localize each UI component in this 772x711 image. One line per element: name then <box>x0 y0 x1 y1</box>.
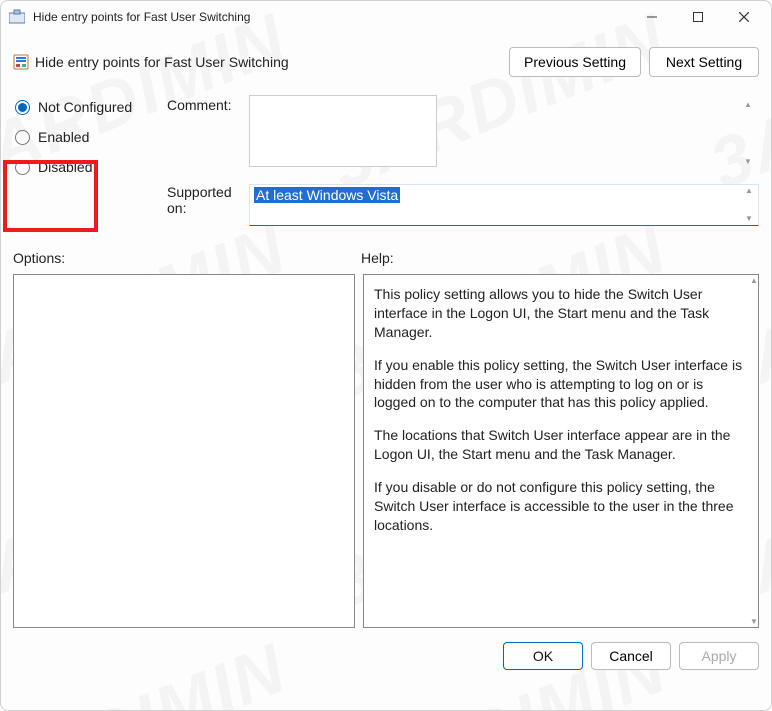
comment-scroll-down-icon[interactable]: ▼ <box>741 158 755 166</box>
radio-not-configured-input[interactable] <box>15 100 30 115</box>
radio-not-configured[interactable]: Not Configured <box>15 99 149 115</box>
supported-on-value: At least Windows Vista <box>254 187 400 203</box>
radio-enabled-input[interactable] <box>15 130 30 145</box>
app-icon <box>9 9 25 25</box>
options-section-label: Options: <box>13 250 361 266</box>
comment-input[interactable] <box>249 95 437 167</box>
policy-heading: Hide entry points for Fast User Switchin… <box>35 54 289 70</box>
window-title: Hide entry points for Fast User Switchin… <box>33 10 250 24</box>
policy-icon <box>13 54 29 70</box>
help-section-label: Help: <box>361 250 394 266</box>
comment-label: Comment: <box>167 95 243 172</box>
supported-scroll-up-icon[interactable]: ▲ <box>742 187 756 195</box>
help-scroll-up-icon[interactable]: ▲ <box>747 276 761 285</box>
dialog-button-row: OK Cancel Apply <box>1 628 771 684</box>
state-radio-group: Not Configured Enabled Disabled <box>15 95 149 226</box>
radio-not-configured-label: Not Configured <box>38 99 132 115</box>
close-button[interactable] <box>721 1 767 33</box>
radio-disabled[interactable]: Disabled <box>15 159 149 175</box>
options-pane <box>13 274 355 628</box>
help-scroll-down-icon[interactable]: ▼ <box>747 617 761 626</box>
help-paragraph: The locations that Switch User interface… <box>374 426 744 464</box>
help-paragraph: This policy setting allows you to hide t… <box>374 285 744 342</box>
radio-enabled[interactable]: Enabled <box>15 129 149 145</box>
help-paragraph: If you enable this policy setting, the S… <box>374 356 744 413</box>
minimize-button[interactable] <box>629 1 675 33</box>
ok-button[interactable]: OK <box>503 642 583 670</box>
supported-on-field[interactable]: At least Windows Vista ▲ ▼ <box>249 184 759 226</box>
radio-enabled-label: Enabled <box>38 129 89 145</box>
help-paragraph: If you disable or do not configure this … <box>374 478 744 535</box>
help-pane[interactable]: This policy setting allows you to hide t… <box>363 274 759 628</box>
titlebar: Hide entry points for Fast User Switchin… <box>1 1 771 33</box>
header-row: Hide entry points for Fast User Switchin… <box>13 41 759 87</box>
cancel-button[interactable]: Cancel <box>591 642 671 670</box>
previous-setting-button[interactable]: Previous Setting <box>509 47 641 77</box>
apply-button: Apply <box>679 642 759 670</box>
maximize-button[interactable] <box>675 1 721 33</box>
radio-disabled-input[interactable] <box>15 160 30 175</box>
next-setting-button[interactable]: Next Setting <box>649 47 759 77</box>
radio-disabled-label: Disabled <box>38 159 92 175</box>
comment-scroll-up-icon[interactable]: ▲ <box>741 101 755 109</box>
supported-on-label: Supported on: <box>167 184 243 226</box>
supported-scroll-down-icon[interactable]: ▼ <box>742 215 756 223</box>
